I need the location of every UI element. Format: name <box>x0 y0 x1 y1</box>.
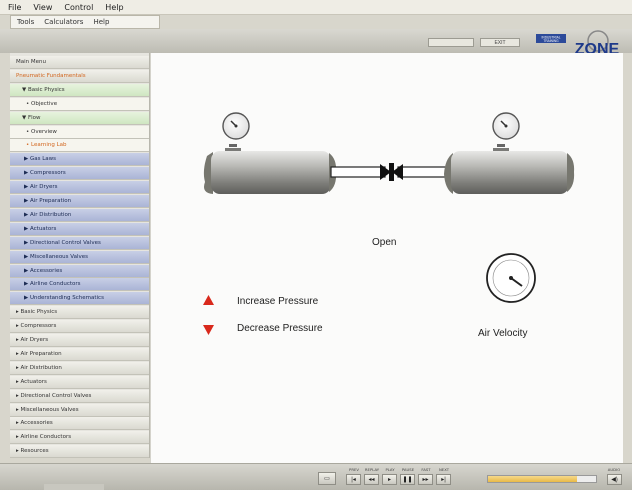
submenu-tools[interactable]: Tools <box>17 18 34 26</box>
exit-button[interactable]: EXIT <box>480 38 520 47</box>
sidebar-item[interactable]: ▸ Air Distribution <box>10 361 149 375</box>
left-tank <box>203 112 337 194</box>
sidebar-item[interactable]: ▶ Actuators <box>10 222 149 236</box>
sidebar-item[interactable]: ▸ Accessories <box>10 417 149 431</box>
sidebar-item[interactable]: ▶ Understanding Schematics <box>10 292 149 306</box>
fast-label: FAST <box>421 467 431 472</box>
sidebar-item[interactable]: ▼ Basic Physics <box>10 83 149 97</box>
menu-file[interactable]: File <box>8 3 21 12</box>
app-window: File View Control Help Tools Calculators… <box>0 0 632 490</box>
sidebar-item[interactable]: Main Menu <box>10 56 149 69</box>
sidebar-item[interactable]: ▸ Compressors <box>10 320 149 334</box>
play-label: PLAY <box>385 467 395 472</box>
right-tank <box>444 112 575 194</box>
sidebar-item[interactable]: Pneumatic Fundamentals <box>10 69 149 83</box>
sidebar-item[interactable]: • Learning Lab <box>10 139 149 153</box>
sidebar-item[interactable]: • Overview <box>10 125 149 139</box>
pneumatic-diagram <box>203 112 575 335</box>
sidebar-item[interactable]: ▶ Directional Control Valves <box>10 236 149 250</box>
audio-label: AUDIO <box>607 467 621 472</box>
sidebar-item[interactable]: ▸ Air Dryers <box>10 334 149 347</box>
sidebar-item[interactable]: ▶ Miscellaneous Valves <box>10 250 149 264</box>
sidebar-item[interactable]: ▸ Airline Conductors <box>10 431 149 445</box>
next-label: NEXT <box>438 467 450 472</box>
air-velocity-gauge <box>486 253 536 303</box>
menu-view[interactable]: View <box>33 3 52 12</box>
sidebar-item[interactable]: ▶ Air Distribution <box>10 208 149 222</box>
pause-button[interactable]: ❚❚ <box>400 474 415 485</box>
submenu-calculators[interactable]: Calculators <box>44 18 83 26</box>
menu-bar: File View Control Help <box>0 0 632 15</box>
closed-caption-button[interactable]: ▭ <box>318 472 336 485</box>
menu-help[interactable]: Help <box>105 3 123 12</box>
sidebar-item[interactable]: ▶ Air Dryers <box>10 181 149 195</box>
prev-label: PREV <box>349 467 359 472</box>
pause-label: PAUSE <box>401 467 415 472</box>
sidebar-nav: Main Menu Pneumatic Fundamentals ▼ Basic P… <box>10 53 150 458</box>
decrease-pressure-button[interactable] <box>203 325 214 335</box>
sidebar-item[interactable]: ▸ Air Preparation <box>10 347 149 361</box>
sidebar-item[interactable]: ▸ Miscellaneous Valves <box>10 403 149 417</box>
sidebar-item[interactable]: ▶ Airline Conductors <box>10 278 149 292</box>
audio-button[interactable]: ◀) <box>607 474 622 485</box>
menu-control[interactable]: Control <box>64 3 93 12</box>
progress-bar[interactable] <box>487 475 597 483</box>
progress-fill <box>488 476 577 482</box>
sub-menu-bar: Tools Calculators Help <box>10 15 160 29</box>
sidebar-item[interactable]: ▸ Basic Physics <box>10 306 149 320</box>
increase-pressure-button[interactable] <box>203 295 214 305</box>
sidebar-item[interactable]: ▸ Actuators <box>10 375 149 389</box>
learning-lab-canvas: Open Increase Pressure Decrease Pressure… <box>151 53 623 463</box>
sidebar-item[interactable]: ▸ Resources <box>10 445 149 458</box>
sidebar-item[interactable]: • Objective <box>10 97 149 111</box>
logo-line2: TRAINING <box>543 39 559 43</box>
play-button[interactable]: ▸ <box>382 474 397 485</box>
increase-pressure-label: Increase Pressure <box>237 296 319 307</box>
decrease-pressure-label: Decrease Pressure <box>237 323 323 334</box>
pipe-valve <box>330 163 454 181</box>
submenu-help[interactable]: Help <box>93 18 109 26</box>
air-velocity-label: Air Velocity <box>478 328 528 339</box>
fast-forward-button[interactable]: ▸▸ <box>418 474 433 485</box>
top-button[interactable] <box>428 38 474 47</box>
sidebar-item[interactable]: ▶ Gas Laws <box>10 153 149 167</box>
prev-button[interactable]: |◂ <box>346 474 361 485</box>
next-button[interactable]: ▸| <box>436 474 451 485</box>
sidebar-item[interactable]: ▸ Directional Control Valves <box>10 389 149 403</box>
sidebar-item[interactable]: ▶ Accessories <box>10 264 149 278</box>
sidebar-item[interactable]: ▶ Compressors <box>10 167 149 181</box>
sidebar-item[interactable]: ▼ Flow <box>10 111 149 125</box>
replay-button[interactable]: ◂◂ <box>364 474 379 485</box>
sidebar-item[interactable]: ▶ Air Preparation <box>10 195 149 208</box>
bottom-left-tab <box>44 484 104 490</box>
valve-state-label: Open <box>372 237 397 248</box>
replay-label: REPLAY <box>364 467 380 472</box>
